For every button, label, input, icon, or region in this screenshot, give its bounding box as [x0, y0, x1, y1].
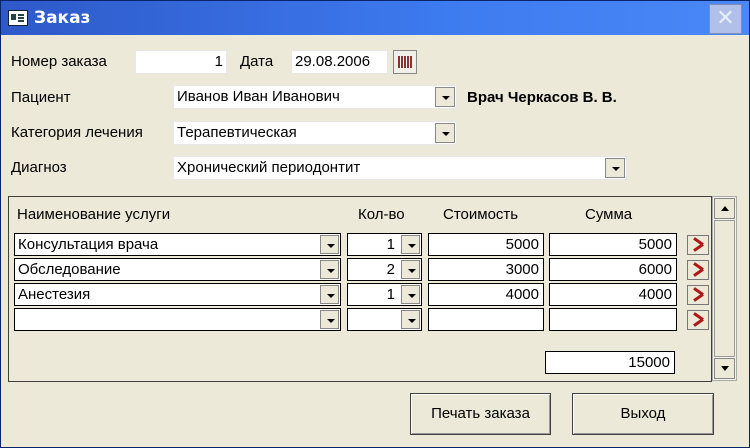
price-field[interactable]: [428, 308, 544, 331]
service-name-value: Обследование: [18, 261, 121, 278]
qty-dropdown-button[interactable]: [401, 285, 420, 304]
service-dropdown-button[interactable]: [320, 235, 339, 254]
diagnosis-value: Хронический периодонтит: [177, 159, 361, 176]
service-name-combobox[interactable]: Обследование: [14, 258, 341, 281]
delete-row-icon[interactable]: [687, 285, 709, 305]
service-name-header: Наименование услуги: [17, 206, 171, 223]
category-dropdown-button[interactable]: [435, 123, 455, 143]
order-number-field[interactable]: 1: [135, 50, 227, 74]
sum-header: Сумма: [585, 206, 633, 223]
patient-value: Иванов Иван Иванович: [177, 88, 340, 105]
close-button[interactable]: ✕: [709, 4, 742, 34]
scroll-thumb[interactable]: [714, 220, 735, 357]
qty-value: 1: [386, 236, 395, 253]
service-dropdown-button[interactable]: [320, 260, 339, 279]
qty-dropdown-button[interactable]: [401, 235, 420, 254]
service-name-value: Консультация врача: [18, 236, 159, 253]
service-dropdown-button[interactable]: [320, 310, 339, 329]
service-dropdown-button[interactable]: [320, 285, 339, 304]
price-field[interactable]: 4000: [428, 283, 544, 306]
scroll-down-icon[interactable]: [714, 358, 735, 379]
sum-field[interactable]: 4000: [549, 283, 677, 306]
qty-combobox[interactable]: 1: [347, 233, 422, 256]
title-bar[interactable]: Заказ ✕: [1, 1, 749, 35]
qty-combobox[interactable]: [347, 308, 422, 331]
diagnosis-label: Диагноз: [11, 159, 67, 176]
price-field[interactable]: 3000: [428, 258, 544, 281]
qty-dropdown-button[interactable]: [401, 310, 420, 329]
doctor-text: Врач Черкасов В. В.: [467, 89, 617, 106]
services-subform: Наименование услуги Кол-во Стоимость Сум…: [8, 196, 712, 382]
qty-value: 2: [386, 261, 395, 278]
patient-label: Пациент: [11, 89, 71, 106]
qty-value: 1: [386, 286, 395, 303]
patient-combobox[interactable]: Иванов Иван Иванович: [173, 85, 457, 109]
total-sum-field: 15000: [545, 351, 675, 374]
qty-combobox[interactable]: 1: [347, 283, 422, 306]
order-window: Заказ ✕ Номер заказа 1 Дата 29.08.2006 П…: [0, 0, 750, 448]
qty-header: Кол-во: [358, 206, 405, 223]
sum-field[interactable]: [549, 308, 677, 331]
price-field[interactable]: 5000: [428, 233, 544, 256]
delete-row-icon[interactable]: [687, 260, 709, 280]
window-title: Заказ: [34, 8, 91, 28]
patient-dropdown-button[interactable]: [435, 87, 455, 107]
sum-field[interactable]: 6000: [549, 258, 677, 281]
form-icon: [8, 10, 28, 26]
delete-row-icon[interactable]: [687, 310, 709, 330]
print-order-button[interactable]: Печать заказа: [410, 393, 551, 435]
scroll-up-icon[interactable]: [714, 198, 735, 219]
service-name-combobox[interactable]: Консультация врача: [14, 233, 341, 256]
category-combobox[interactable]: Терапевтическая: [173, 121, 457, 145]
category-value: Терапевтическая: [177, 124, 297, 141]
category-label: Категория лечения: [11, 124, 143, 141]
date-picker-button[interactable]: [393, 50, 417, 74]
service-name-value: Анестезия: [18, 286, 91, 303]
price-header: Стоимость: [443, 206, 519, 223]
diagnosis-combobox[interactable]: Хронический периодонтит: [173, 156, 627, 180]
order-number-label: Номер заказа: [11, 53, 107, 70]
qty-combobox[interactable]: 2: [347, 258, 422, 281]
calendar-icon: [398, 56, 412, 68]
exit-button[interactable]: Выход: [572, 393, 714, 435]
sum-field[interactable]: 5000: [549, 233, 677, 256]
date-field[interactable]: 29.08.2006: [291, 50, 388, 74]
delete-row-icon[interactable]: [687, 235, 709, 255]
diagnosis-dropdown-button[interactable]: [605, 158, 625, 178]
subform-scrollbar[interactable]: [712, 196, 737, 381]
service-name-combobox[interactable]: [14, 308, 341, 331]
date-label: Дата: [240, 53, 274, 70]
qty-dropdown-button[interactable]: [401, 260, 420, 279]
service-name-combobox[interactable]: Анестезия: [14, 283, 341, 306]
close-icon: ✕: [716, 6, 735, 31]
